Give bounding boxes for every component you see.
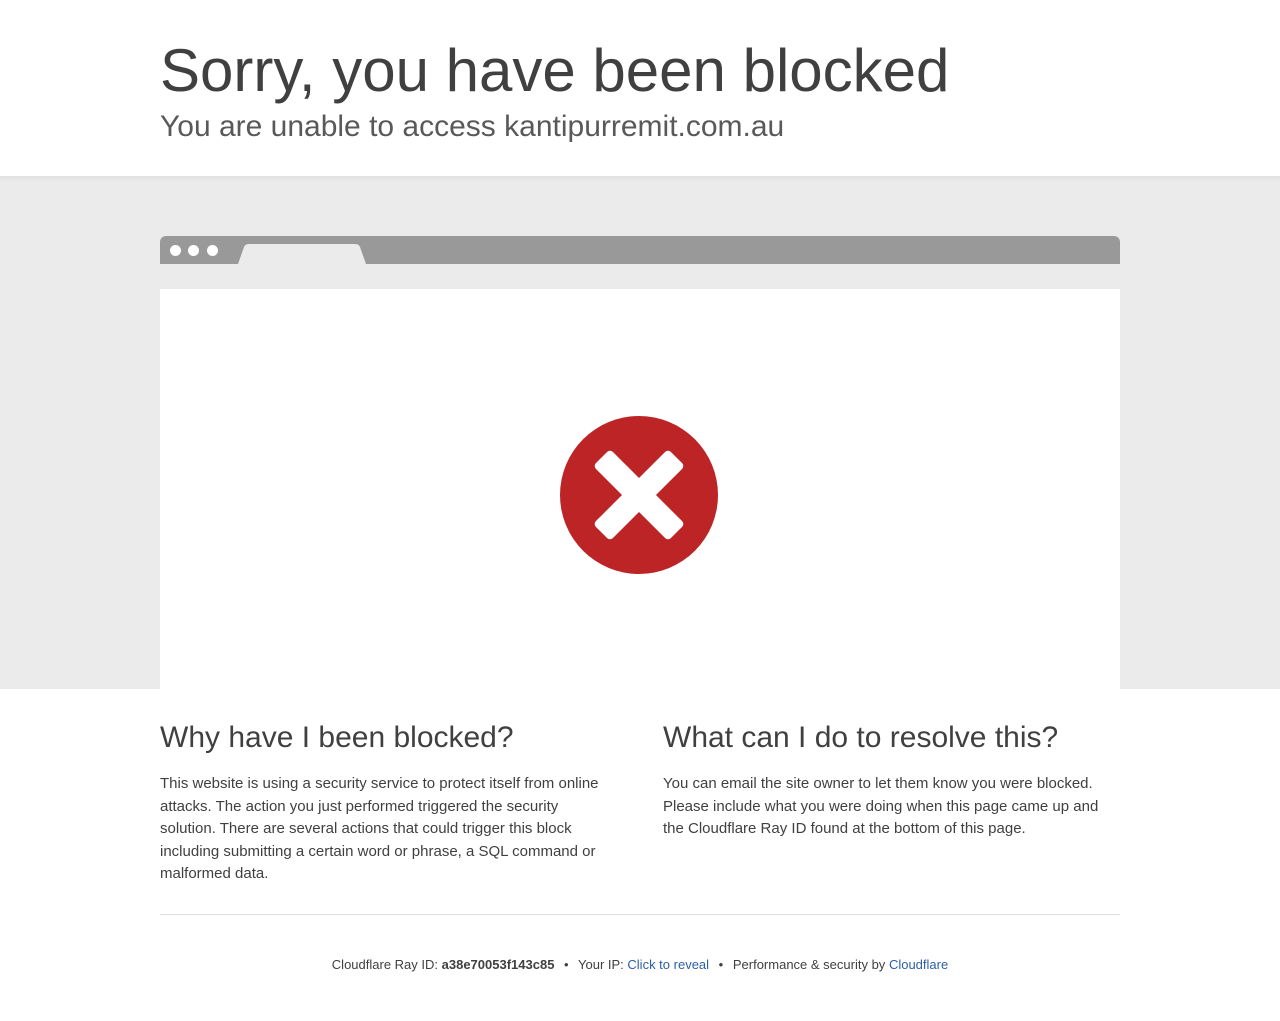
- page-header: Sorry, you have been blocked You are una…: [0, 0, 1280, 176]
- illustration-stage: [0, 176, 1280, 689]
- why-blocked-heading: Why have I been blocked?: [160, 721, 514, 754]
- why-blocked-text: This website is using a security service…: [160, 775, 599, 882]
- footer: Cloudflare Ray ID: a38e70053f143c85 • Yo…: [0, 956, 1280, 974]
- browser-window: [160, 289, 1120, 689]
- performance-label: Performance & security by: [732, 957, 886, 972]
- resolve-heading: What can I do to resolve this?: [663, 721, 1059, 754]
- browser-dot-icon: [207, 245, 218, 256]
- resolve-text: You can email the site owner to let them…: [663, 775, 1099, 837]
- page-subtitle: You are unable to access kantipurremit.c…: [160, 110, 785, 143]
- ray-id-label: Cloudflare Ray ID:: [331, 957, 439, 972]
- blocked-x-icon: [560, 416, 718, 574]
- page-title: Sorry, you have been blocked: [160, 37, 950, 104]
- cloudflare-link[interactable]: Cloudflare: [889, 957, 948, 972]
- browser-bar: [160, 236, 1120, 264]
- footer-separator: •: [564, 957, 569, 972]
- footer-divider: [160, 914, 1120, 915]
- footer-separator: •: [718, 957, 724, 972]
- browser-dot-icon: [188, 245, 199, 256]
- browser-dot-icon: [170, 245, 181, 256]
- your-ip-label: Your IP:: [578, 957, 624, 972]
- ray-id-value: a38e70053f143c85: [441, 957, 555, 972]
- reveal-ip-link[interactable]: Click to reveal: [627, 957, 709, 972]
- browser-tab-shape: [238, 244, 366, 264]
